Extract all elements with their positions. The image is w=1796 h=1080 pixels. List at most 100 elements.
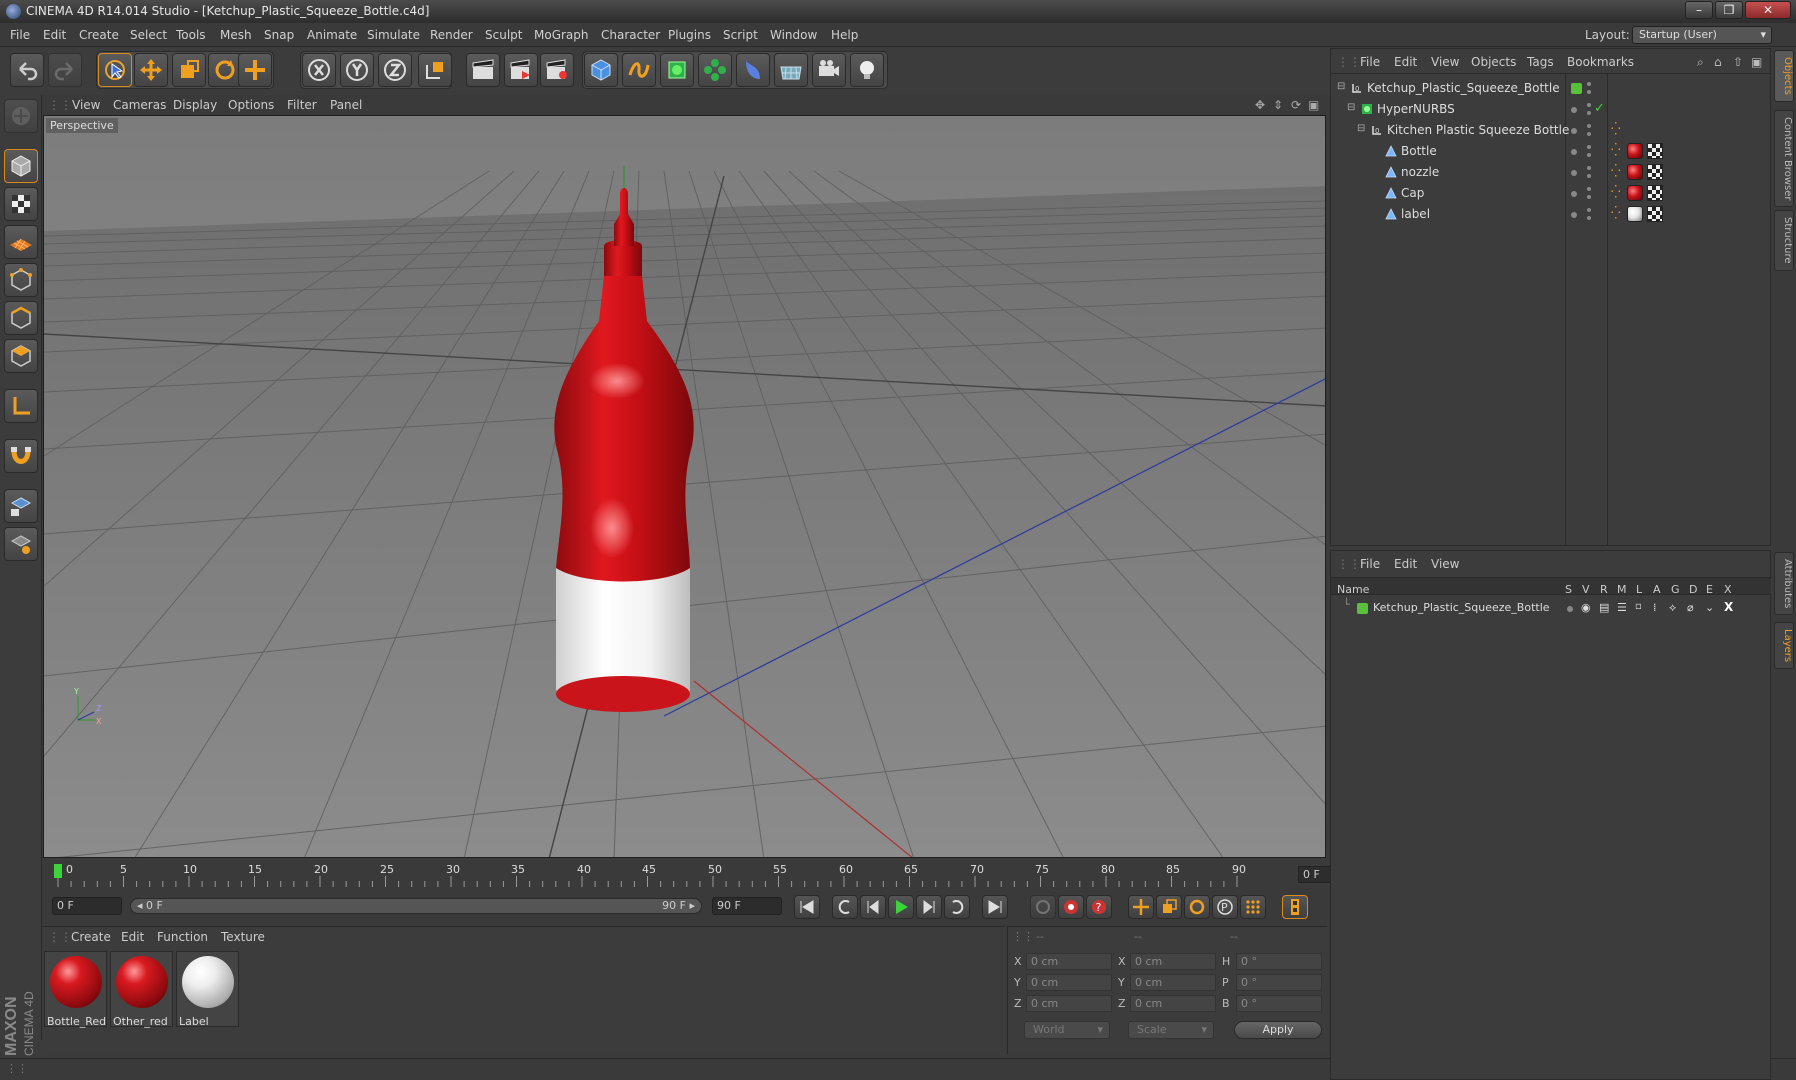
- visibility-editor-dot[interactable]: [1587, 166, 1591, 170]
- scale-key-button[interactable]: [1156, 895, 1182, 919]
- menu-help[interactable]: Help: [831, 23, 858, 47]
- planar-workplane-button[interactable]: [4, 527, 38, 561]
- material-tag-icon[interactable]: [1627, 164, 1643, 180]
- preview-range-slider[interactable]: ◂ 0 F 90 F ▸: [130, 898, 702, 914]
- material-swatch[interactable]: Label: [176, 951, 239, 1028]
- goto-start-button[interactable]: [794, 895, 820, 919]
- viewport-rotate-icon[interactable]: ⟳: [1291, 95, 1301, 115]
- undo-button[interactable]: [10, 53, 44, 87]
- enabled-checkmark-icon[interactable]: ✓: [1594, 101, 1605, 116]
- visibility-editor-dot[interactable]: [1587, 82, 1591, 86]
- layer-solo-toggle[interactable]: [1567, 606, 1573, 612]
- add-light-button[interactable]: [850, 53, 884, 87]
- preview-end-field[interactable]: 90 F: [712, 897, 782, 915]
- hierarchy-up-icon[interactable]: ⇧: [1733, 55, 1743, 69]
- layer-col-locked[interactable]: L: [1636, 583, 1642, 596]
- visibility-render-dot[interactable]: [1587, 132, 1591, 136]
- collapse-toggle-icon[interactable]: ⊟: [1337, 81, 1345, 92]
- menu-script[interactable]: Script: [723, 23, 758, 47]
- layer-col-solo[interactable]: S: [1565, 583, 1572, 596]
- menu-file[interactable]: File: [10, 23, 30, 47]
- phong-tag-icon[interactable]: ⁛: [1611, 164, 1621, 178]
- material-swatch[interactable]: Other_red: [110, 951, 173, 1028]
- polygons-mode-button[interactable]: [4, 339, 38, 373]
- layer-xref-icon[interactable]: X: [1724, 600, 1733, 614]
- objects-menu-edit[interactable]: Edit: [1394, 55, 1417, 69]
- add-camera-button[interactable]: [812, 53, 846, 87]
- model-mode-button[interactable]: [4, 149, 38, 183]
- material-tag-icon[interactable]: [1627, 206, 1643, 222]
- uvw-tag-icon[interactable]: [1647, 164, 1663, 180]
- layer-col-animation[interactable]: A: [1653, 583, 1661, 596]
- snap-button[interactable]: [4, 439, 38, 473]
- layer-deformers-icon[interactable]: ⌀: [1687, 601, 1694, 614]
- tree-item-hypernurbs[interactable]: ⊟ HyperNURBS ✓: [1331, 99, 1771, 120]
- edges-mode-button[interactable]: [4, 301, 38, 335]
- autokeying-button[interactable]: [1058, 895, 1084, 919]
- layer-manager-icon[interactable]: ☰: [1617, 601, 1627, 614]
- points-mode-button[interactable]: [4, 263, 38, 297]
- add-spline-button[interactable]: [622, 53, 656, 87]
- tree-item-label-object[interactable]: label ⁛: [1331, 204, 1771, 225]
- tree-item-nozzle[interactable]: nozzle ⁛: [1331, 162, 1771, 183]
- tree-item-cap[interactable]: Cap ⁛: [1331, 183, 1771, 204]
- visibility-dot[interactable]: [1571, 212, 1577, 218]
- objects-menu-view[interactable]: View: [1431, 55, 1459, 69]
- collapse-toggle-icon[interactable]: ⊟: [1357, 123, 1365, 134]
- rot-h-field[interactable]: 0 °: [1236, 953, 1322, 970]
- rotation-key-button[interactable]: [1184, 895, 1210, 919]
- layers-menu-edit[interactable]: Edit: [1394, 557, 1417, 571]
- pos-x-field[interactable]: 0 cm: [1026, 953, 1112, 970]
- viewport-camera-label[interactable]: Perspective: [46, 118, 118, 133]
- collapse-toggle-icon[interactable]: ⊟: [1347, 102, 1355, 113]
- tab-structure[interactable]: Structure: [1774, 210, 1794, 271]
- previous-key-button[interactable]: [832, 895, 858, 919]
- menu-sculpt[interactable]: Sculpt: [485, 23, 522, 47]
- layer-animation-icon[interactable]: ⁞: [1653, 601, 1657, 614]
- visibility-render-dot[interactable]: [1587, 174, 1591, 178]
- objects-menu-tags[interactable]: Tags: [1527, 55, 1554, 69]
- material-menu-texture[interactable]: Texture: [221, 930, 265, 944]
- visibility-render-dot[interactable]: [1587, 216, 1591, 220]
- play-forward-button[interactable]: [888, 895, 914, 919]
- uvw-tag-icon[interactable]: [1647, 143, 1663, 159]
- record-active-objects-button[interactable]: [1030, 895, 1056, 919]
- layer-col-expressions[interactable]: E: [1706, 583, 1713, 596]
- menu-mograph[interactable]: MoGraph: [534, 23, 589, 47]
- render-view-button[interactable]: [466, 53, 500, 87]
- visibility-dot[interactable]: [1571, 170, 1577, 176]
- phong-tag-icon[interactable]: ⁛: [1611, 122, 1621, 136]
- uvw-tag-icon[interactable]: [1647, 206, 1663, 222]
- layer-row[interactable]: └ Ketchup_Plastic_Squeeze_Bottle ◉ ▤ ☰ ▫…: [1331, 598, 1771, 619]
- add-array-button[interactable]: [698, 53, 732, 87]
- new-window-icon[interactable]: ▣: [1751, 55, 1762, 69]
- size-x-field[interactable]: 0 cm: [1130, 953, 1216, 970]
- viewport-maximize-icon[interactable]: ▣: [1308, 95, 1319, 115]
- uvw-tag-icon[interactable]: [1647, 185, 1663, 201]
- add-nurbs-button[interactable]: [660, 53, 694, 87]
- visibility-render-dot[interactable]: [1587, 153, 1591, 157]
- viewport-menu-options[interactable]: Options: [228, 95, 274, 115]
- add-environment-button[interactable]: [774, 53, 808, 87]
- visibility-dot[interactable]: [1571, 107, 1577, 113]
- objects-menu-bookmarks[interactable]: Bookmarks: [1567, 55, 1634, 69]
- axis-mode-button[interactable]: [4, 389, 38, 423]
- tree-item-root[interactable]: ⊟ 0 Ketchup_Plastic_Squeeze_Bottle: [1331, 78, 1771, 99]
- layer-render-icon[interactable]: ▤: [1599, 601, 1609, 614]
- keyframe-selection-button[interactable]: ?: [1086, 895, 1112, 919]
- size-z-field[interactable]: 0 cm: [1130, 995, 1216, 1012]
- rot-p-field[interactable]: 0 °: [1236, 974, 1322, 991]
- phong-tag-icon[interactable]: ⁛: [1611, 206, 1621, 220]
- visibility-render-dot[interactable]: [1587, 195, 1591, 199]
- material-swatch[interactable]: Bottle_Red: [44, 951, 107, 1028]
- world-dropdown[interactable]: World ▾: [1024, 1021, 1110, 1039]
- scheme-settings-button[interactable]: [1282, 895, 1308, 919]
- layer-col-deformers[interactable]: D: [1689, 583, 1697, 596]
- timeline-ruler[interactable]: 0 5 10 15 20 25 30 35 40 45 50 55 60 65 …: [42, 860, 1368, 890]
- visibility-editor-dot[interactable]: [1587, 208, 1591, 212]
- rot-b-field[interactable]: 0 °: [1236, 995, 1322, 1012]
- menu-select[interactable]: Select: [130, 23, 167, 47]
- viewport-menu-panel[interactable]: Panel: [330, 95, 362, 115]
- scale-tool-button[interactable]: [172, 53, 206, 87]
- layers-menu-file[interactable]: File: [1360, 557, 1380, 571]
